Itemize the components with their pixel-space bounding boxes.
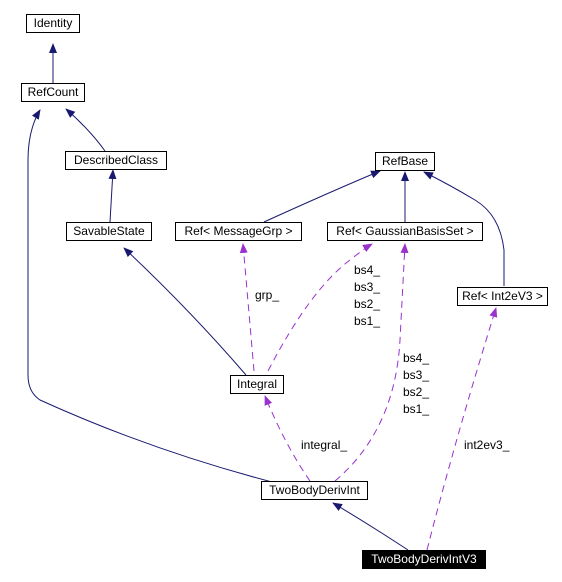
edge-label-bs-twobodyderivint: bs4_ bs3_ bs2_ bs1_ [403,351,430,416]
node-ref-gaussianbasisset[interactable]: Ref< GaussianBasisSet > [327,222,483,241]
edge-twobodyderivintv3-refint2ev3 [426,307,498,551]
node-refbase[interactable]: RefBase [375,152,435,171]
edge-label-integral: integral_ [301,438,348,452]
node-refcount[interactable]: RefCount [21,83,85,102]
node-identity[interactable]: Identity [26,14,80,33]
edge-savablestate-describedclass [108,169,117,223]
node-savablestate[interactable]: SavableState [66,222,152,241]
edge-describedclass-refcount [65,108,106,152]
edge-integral-savablestate [123,247,247,376]
node-twobodyderivintv3: TwoBodyDerivIntV3 [362,550,486,569]
node-ref-int2ev3[interactable]: Ref< Int2eV3 > [457,287,548,306]
edge-label-bs-integral: bs4_ bs3_ bs2_ bs1_ [354,263,381,328]
edge-twobodyderivintv3-twobodyderivint [332,502,409,551]
node-describedclass[interactable]: DescribedClass [65,151,167,170]
edge-integral-refmessagegrp [239,243,255,372]
edge-label-int2ev3: int2ev3_ [464,438,510,452]
node-ref-messagegrp[interactable]: Ref< MessageGrp > [175,222,302,241]
node-twobodyderivint[interactable]: TwoBodyDerivInt [261,481,368,500]
node-integral[interactable]: Integral [230,375,284,394]
edge-label-grp: grp_ [255,288,280,302]
edge-refmessagegrp-refbase [263,170,381,223]
